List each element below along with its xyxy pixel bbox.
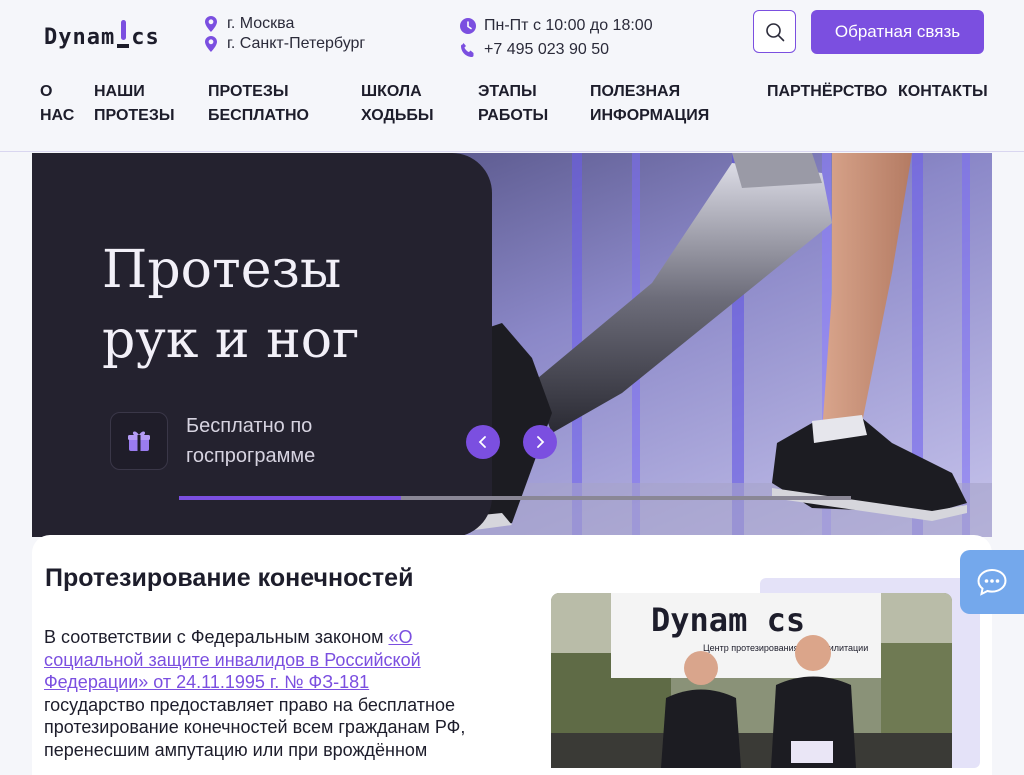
city-label: г. Санкт-Петербург <box>227 35 366 52</box>
nav-about[interactable]: О НАС <box>40 80 74 128</box>
nav-label: ПРОТЕЗЫ <box>94 107 175 124</box>
nav-partnership[interactable]: ПАРТНЁРСТВО <box>767 80 887 104</box>
nav-label: ИНФОРМАЦИЯ <box>590 107 710 124</box>
hero-title: Протезы рук и ног <box>102 240 360 370</box>
nav-work-stages[interactable]: ЭТАПЫ РАБОТЫ <box>478 80 548 128</box>
section-text: В соответствии с Федеральным законом «О … <box>44 626 474 761</box>
chat-widget-button[interactable] <box>960 550 1024 614</box>
city-moscow[interactable]: г. Москва <box>205 14 365 34</box>
slider-prev-button[interactable] <box>466 425 500 459</box>
team-photo-image: Dynam cs Центр протезирования и реабилит… <box>551 593 952 768</box>
chevron-left-icon <box>478 436 486 448</box>
nav-label: НАШИ <box>94 83 145 100</box>
gift-icon <box>128 431 150 451</box>
logo-text-suffix: cs <box>131 25 160 50</box>
gift-badge <box>110 412 168 470</box>
city-list: г. Москва г. Санкт-Петербург <box>205 14 365 54</box>
nav-label: ПОЛЕЗНАЯ <box>590 83 681 100</box>
nav-label: ХОДЬБЫ <box>361 107 434 124</box>
nav-label: О <box>40 83 53 100</box>
hero-slider: Протезы рук и ног Бесплатно по госпрогра… <box>32 153 992 537</box>
hero-subtitle: Бесплатно по госпрограмме <box>186 415 316 467</box>
phone-icon <box>461 43 474 57</box>
nav-label: РАБОТЫ <box>478 107 549 124</box>
nav-free-prostheses[interactable]: ПРОТЕЗЫ БЕСПЛАТНО <box>208 80 309 128</box>
logo[interactable]: Dynam cs <box>44 16 160 50</box>
nav-useful-info[interactable]: ПОЛЕЗНАЯ ИНФОРМАЦИЯ <box>590 80 709 128</box>
banner-subtitle-text: Центр протезирования и реабилитации <box>703 643 868 653</box>
feedback-button[interactable]: Обратная связь <box>811 10 984 54</box>
contact-info: Пн-Пт с 10:00 до 18:00 +7 495 023 90 50 <box>460 14 653 62</box>
slider-progress-fill <box>179 496 401 500</box>
section-text-body: государство предоставляет право на беспл… <box>44 694 466 760</box>
nav-our-prostheses[interactable]: НАШИ ПРОТЕЗЫ <box>94 80 175 128</box>
nav-label: НАС <box>40 107 75 124</box>
chat-icon <box>977 568 1007 596</box>
logo-text-prefix: Dynam <box>44 25 116 50</box>
phone-link[interactable]: +7 495 023 90 50 <box>460 38 653 62</box>
section-text-intro: В соответствии с Федеральным законом <box>44 627 389 647</box>
slider-progress <box>179 496 851 500</box>
search-icon <box>765 22 784 41</box>
nav-label: ЭТАПЫ <box>478 83 537 100</box>
clock-icon <box>460 18 476 34</box>
location-pin-icon <box>205 36 217 52</box>
section-title: Протезирование конечностей <box>45 564 414 592</box>
nav-label: ПРОТЕЗЫ <box>208 83 289 100</box>
nav-walking-school[interactable]: ШКОЛА ХОДЬБЫ <box>361 80 434 128</box>
working-hours: Пн-Пт с 10:00 до 18:00 <box>460 14 653 38</box>
location-pin-icon <box>205 16 217 32</box>
chevron-right-icon <box>537 436 545 448</box>
nav-label: КОНТАКТЫ <box>898 83 988 100</box>
nav-contacts[interactable]: КОНТАКТЫ <box>898 80 988 104</box>
nav-label: ПАРТНЁРСТВО <box>767 83 888 100</box>
nav-label: БЕСПЛАТНО <box>208 107 309 124</box>
slider-next-button[interactable] <box>523 425 557 459</box>
banner-logo-text: Dynam cs <box>651 601 805 639</box>
hours-text: Пн-Пт с 10:00 до 18:00 <box>484 17 653 34</box>
site-header: Dynam cs г. Москва г. Санкт-Петербург Пн… <box>0 0 1024 152</box>
phone-number: +7 495 023 90 50 <box>484 41 610 58</box>
logo-prosthesis-icon <box>116 20 130 50</box>
team-photo: Dynam cs Центр протезирования и реабилит… <box>551 593 952 768</box>
nav-label: ШКОЛА <box>361 83 422 100</box>
city-label: г. Москва <box>227 15 295 32</box>
search-button[interactable] <box>753 10 796 53</box>
city-spb[interactable]: г. Санкт-Петербург <box>205 34 365 54</box>
